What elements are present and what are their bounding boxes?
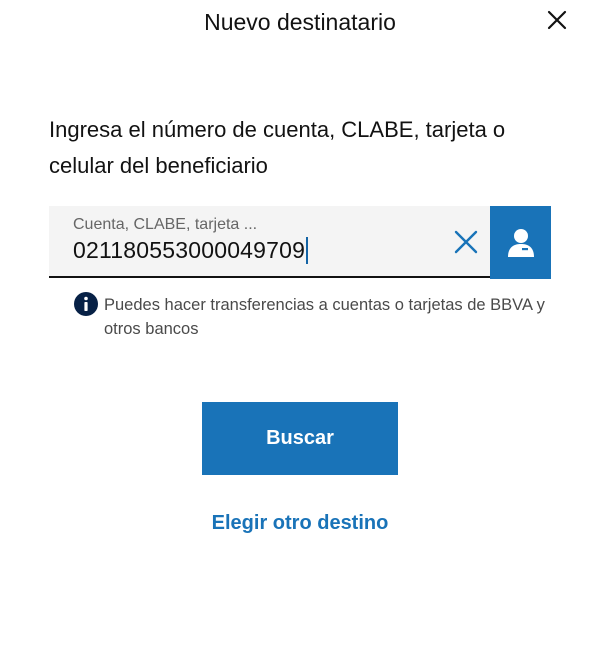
account-number-field[interactable]: Cuenta, CLABE, tarjeta ... 0211805530000… bbox=[49, 206, 490, 278]
contacts-button[interactable] bbox=[490, 206, 551, 279]
page-title: Nuevo destinatario bbox=[204, 9, 396, 35]
info-icon bbox=[74, 292, 98, 316]
close-button[interactable] bbox=[545, 8, 569, 32]
clear-field-button[interactable] bbox=[453, 229, 479, 255]
close-icon bbox=[547, 10, 567, 30]
account-field-value: 021180553000049709 bbox=[73, 237, 306, 263]
person-icon bbox=[507, 228, 534, 257]
search-button[interactable]: Buscar bbox=[202, 402, 398, 475]
header: Nuevo destinatario bbox=[0, 0, 600, 44]
close-icon bbox=[454, 230, 478, 254]
text-caret bbox=[306, 237, 309, 264]
account-field-input[interactable]: 021180553000049709 bbox=[73, 237, 309, 264]
account-field-label: Cuenta, CLABE, tarjeta ... bbox=[73, 216, 258, 233]
info-message: Puedes hacer transferencias a cuentas o … bbox=[104, 296, 545, 338]
choose-other-destination-link[interactable]: Elegir otro destino bbox=[0, 512, 600, 535]
instruction-text: Ingresa el número de cuenta, CLABE, tarj… bbox=[49, 117, 506, 178]
